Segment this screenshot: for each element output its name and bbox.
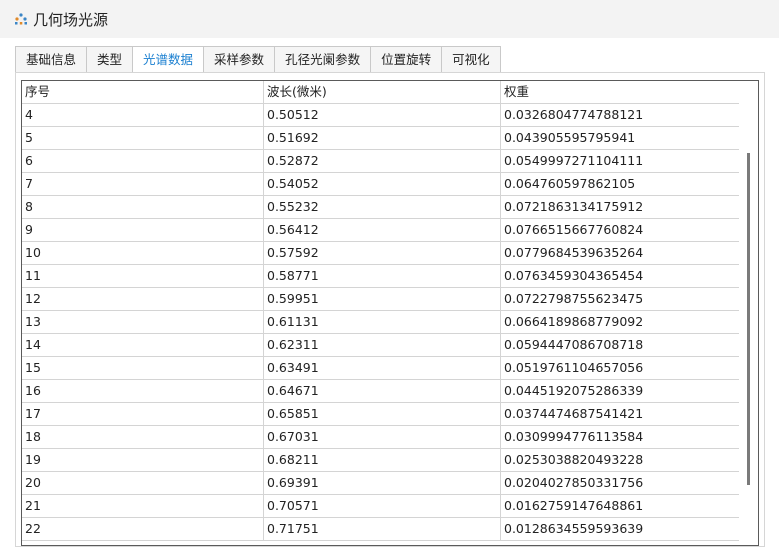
table-row[interactable]: 22 0.71751 0.0128634559593639 xyxy=(22,518,739,541)
cell-weight[interactable]: 0.0722798755623475 xyxy=(500,288,739,310)
cell-index[interactable]: 9 xyxy=(22,219,262,241)
cell-wavelength[interactable]: 0.61131 xyxy=(263,311,500,333)
light-source-icon xyxy=(15,13,27,25)
cell-weight[interactable]: 0.043905595795941 xyxy=(500,127,739,149)
cell-wavelength[interactable]: 0.57592 xyxy=(263,242,500,264)
cell-wavelength[interactable]: 0.51692 xyxy=(263,127,500,149)
table-row[interactable]: 13 0.61131 0.0664189868779092 xyxy=(22,311,739,334)
cell-weight[interactable]: 0.0594447086708718 xyxy=(500,334,739,356)
table-row[interactable]: 17 0.65851 0.0374474687541421 xyxy=(22,403,739,426)
cell-wavelength[interactable]: 0.64671 xyxy=(263,380,500,402)
cell-weight[interactable]: 0.0779684539635264 xyxy=(500,242,739,264)
table-row[interactable]: 21 0.70571 0.0162759147648861 xyxy=(22,495,739,518)
table-row[interactable]: 18 0.67031 0.0309994776113584 xyxy=(22,426,739,449)
tab-position-rotation[interactable]: 位置旋转 xyxy=(370,46,442,74)
tab-basic-info[interactable]: 基础信息 xyxy=(15,46,87,74)
table-row[interactable]: 15 0.63491 0.0519761104657056 xyxy=(22,357,739,380)
cell-weight[interactable]: 0.0445192075286339 xyxy=(500,380,739,402)
table-row[interactable]: 9 0.56412 0.0766515667760824 xyxy=(22,219,739,242)
cell-weight[interactable]: 0.0128634559593639 xyxy=(500,518,739,540)
cell-index[interactable]: 21 xyxy=(22,495,262,517)
cell-index[interactable]: 11 xyxy=(22,265,262,287)
cell-wavelength[interactable]: 0.52872 xyxy=(263,150,500,172)
table-header: 序号 波长(微米) 权重 xyxy=(22,81,739,104)
header-wavelength[interactable]: 波长(微米) xyxy=(263,81,500,103)
table-row[interactable]: 5 0.51692 0.043905595795941 xyxy=(22,127,739,150)
cell-index[interactable]: 12 xyxy=(22,288,262,310)
spectrum-panel: 序号 波长(微米) 权重 4 0.50512 0.0326804774788121 5… xyxy=(15,72,765,547)
cell-wavelength[interactable]: 0.56412 xyxy=(263,219,500,241)
cell-index[interactable]: 5 xyxy=(22,127,262,149)
tab-spectrum-data[interactable]: 光谱数据 xyxy=(132,46,204,74)
cell-weight[interactable]: 0.0162759147648861 xyxy=(500,495,739,517)
cell-index[interactable]: 20 xyxy=(22,472,262,494)
cell-index[interactable]: 22 xyxy=(22,518,262,540)
scrollbar-thumb[interactable] xyxy=(747,153,750,485)
table-row[interactable]: 7 0.54052 0.064760597862105 xyxy=(22,173,739,196)
cell-wavelength[interactable]: 0.58771 xyxy=(263,265,500,287)
cell-weight[interactable]: 0.0326804774788121 xyxy=(500,104,739,126)
cell-wavelength[interactable]: 0.63491 xyxy=(263,357,500,379)
tab-visualization[interactable]: 可视化 xyxy=(441,46,501,74)
tab-sampling-params[interactable]: 采样参数 xyxy=(203,46,275,74)
tab-aperture-params[interactable]: 孔径光阑参数 xyxy=(274,46,371,74)
cell-index[interactable]: 13 xyxy=(22,311,262,333)
header-weight[interactable]: 权重 xyxy=(500,81,739,103)
window-title: 几何场光源 xyxy=(33,11,109,29)
cell-index[interactable]: 14 xyxy=(22,334,262,356)
header-index[interactable]: 序号 xyxy=(22,81,262,103)
table-row[interactable]: 19 0.68211 0.0253038820493228 xyxy=(22,449,739,472)
tab-bar: 基础信息 类型 光谱数据 采样参数 孔径光阑参数 位置旋转 可视化 xyxy=(15,46,501,74)
cell-index[interactable]: 7 xyxy=(22,173,262,195)
cell-wavelength[interactable]: 0.67031 xyxy=(263,426,500,448)
cell-weight[interactable]: 0.0664189868779092 xyxy=(500,311,739,333)
cell-wavelength[interactable]: 0.69391 xyxy=(263,472,500,494)
table-row[interactable]: 4 0.50512 0.0326804774788121 xyxy=(22,104,739,127)
cell-weight[interactable]: 0.0309994776113584 xyxy=(500,426,739,448)
cell-wavelength[interactable]: 0.59951 xyxy=(263,288,500,310)
cell-weight[interactable]: 0.0253038820493228 xyxy=(500,449,739,471)
table-row[interactable]: 6 0.52872 0.0549997271104111 xyxy=(22,150,739,173)
table-row[interactable]: 14 0.62311 0.0594447086708718 xyxy=(22,334,739,357)
cell-wavelength[interactable]: 0.71751 xyxy=(263,518,500,540)
tab-type[interactable]: 类型 xyxy=(86,46,133,74)
cell-weight[interactable]: 0.064760597862105 xyxy=(500,173,739,195)
spectrum-table: 序号 波长(微米) 权重 4 0.50512 0.0326804774788121 5… xyxy=(21,80,759,546)
cell-index[interactable]: 10 xyxy=(22,242,262,264)
cell-wavelength[interactable]: 0.68211 xyxy=(263,449,500,471)
cell-weight[interactable]: 0.0763459304365454 xyxy=(500,265,739,287)
cell-wavelength[interactable]: 0.70571 xyxy=(263,495,500,517)
cell-wavelength[interactable]: 0.54052 xyxy=(263,173,500,195)
table-row[interactable]: 8 0.55232 0.0721863134175912 xyxy=(22,196,739,219)
table-row[interactable]: 11 0.58771 0.0763459304365454 xyxy=(22,265,739,288)
cell-weight[interactable]: 0.0519761104657056 xyxy=(500,357,739,379)
table-row[interactable]: 16 0.64671 0.0445192075286339 xyxy=(22,380,739,403)
cell-index[interactable]: 6 xyxy=(22,150,262,172)
vertical-scrollbar[interactable] xyxy=(739,81,758,545)
cell-wavelength[interactable]: 0.50512 xyxy=(263,104,500,126)
cell-weight[interactable]: 0.0549997271104111 xyxy=(500,150,739,172)
cell-weight[interactable]: 0.0204027850331756 xyxy=(500,472,739,494)
table-row[interactable]: 20 0.69391 0.0204027850331756 xyxy=(22,472,739,495)
cell-index[interactable]: 15 xyxy=(22,357,262,379)
cell-index[interactable]: 19 xyxy=(22,449,262,471)
table-row[interactable]: 10 0.57592 0.0779684539635264 xyxy=(22,242,739,265)
cell-index[interactable]: 8 xyxy=(22,196,262,218)
cell-index[interactable]: 16 xyxy=(22,380,262,402)
cell-weight[interactable]: 0.0374474687541421 xyxy=(500,403,739,425)
cell-wavelength[interactable]: 0.62311 xyxy=(263,334,500,356)
cell-wavelength[interactable]: 0.55232 xyxy=(263,196,500,218)
cell-index[interactable]: 4 xyxy=(22,104,262,126)
cell-weight[interactable]: 0.0721863134175912 xyxy=(500,196,739,218)
cell-index[interactable]: 17 xyxy=(22,403,262,425)
title-bar: 几何场光源 xyxy=(0,0,779,38)
cell-index[interactable]: 18 xyxy=(22,426,262,448)
cell-wavelength[interactable]: 0.65851 xyxy=(263,403,500,425)
cell-weight[interactable]: 0.0766515667760824 xyxy=(500,219,739,241)
table-row[interactable]: 12 0.59951 0.0722798755623475 xyxy=(22,288,739,311)
